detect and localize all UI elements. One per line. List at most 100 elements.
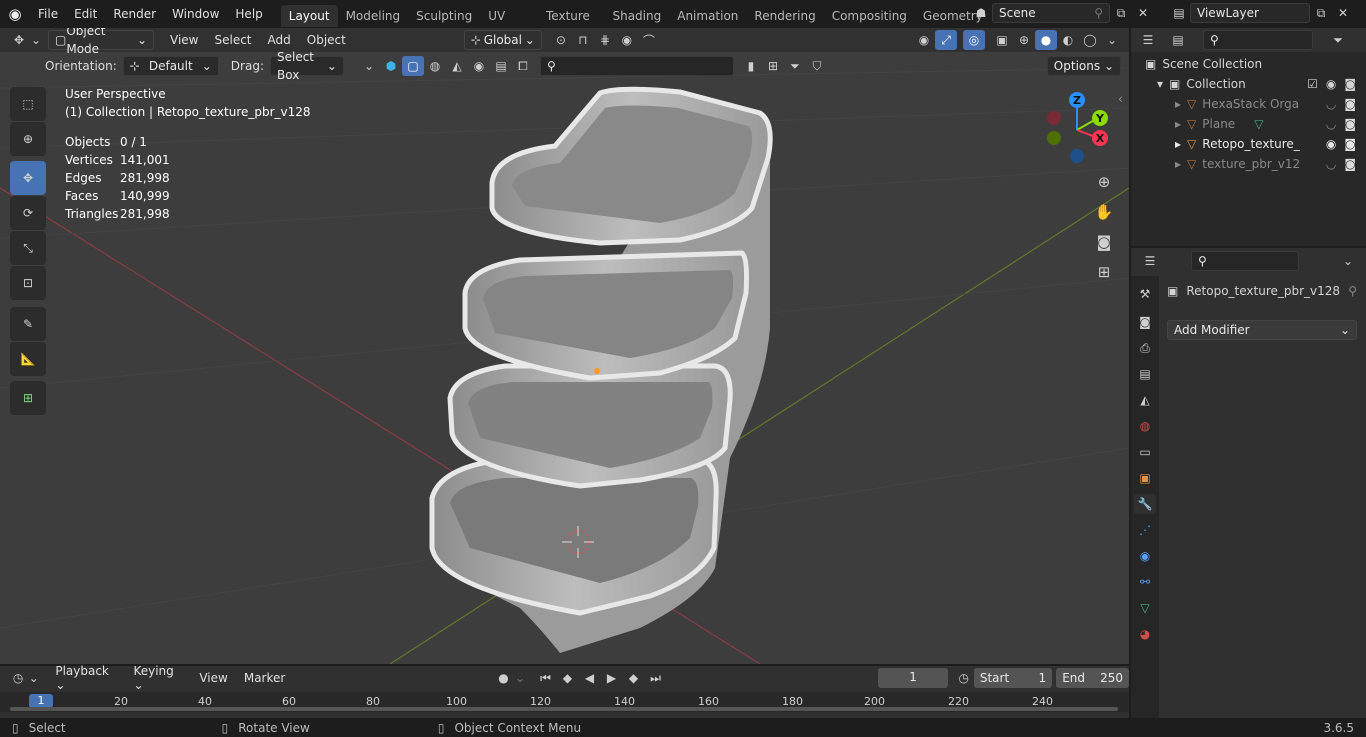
pin-icon[interactable]: ⚲ <box>1094 4 1103 22</box>
snap-icon[interactable]: ⊓ <box>572 30 594 50</box>
camera-view-icon[interactable]: ◙ <box>1093 232 1115 252</box>
tool-tab-icon[interactable]: ⚒ <box>1134 284 1156 304</box>
play-icon[interactable]: ▶ <box>600 668 622 688</box>
shield-icon[interactable]: ⛉ <box>806 56 828 76</box>
remove-viewlayer-icon[interactable]: ✕ <box>1332 3 1354 23</box>
shading-rendered-icon[interactable]: ◯ <box>1079 30 1101 50</box>
menu-object[interactable]: Object <box>299 33 354 47</box>
viewlayer-name-field[interactable]: ViewLayer <box>1190 3 1310 23</box>
material-tab-icon[interactable]: ◕ <box>1134 624 1156 644</box>
menu-file[interactable]: File <box>30 0 66 28</box>
chevron-down-icon[interactable]: ⌄ <box>1337 251 1359 271</box>
tab-texture-paint[interactable]: Texture Paint <box>538 5 604 27</box>
tab-rendering[interactable]: Rendering <box>746 5 823 27</box>
curve-filter-icon[interactable]: ◍ <box>424 56 446 76</box>
timeline-view-menu[interactable]: View <box>191 671 235 685</box>
tab-uv-editing[interactable]: UV Editing <box>480 5 538 27</box>
eye-closed-icon[interactable]: ◡ <box>1326 97 1336 111</box>
transform-orientation-select[interactable]: ⊹ Global ⌄ <box>463 30 542 50</box>
blender-logo-icon[interactable]: ◉ <box>0 0 30 28</box>
record-icon[interactable]: ● <box>493 668 513 688</box>
light-filter-icon[interactable]: ◭ <box>446 56 468 76</box>
menu-select[interactable]: Select <box>206 33 259 47</box>
camera-icon[interactable]: ◙ <box>1344 117 1356 131</box>
timeline-scrollbar[interactable] <box>10 707 1118 711</box>
view-layer-tab-icon[interactable]: ▤ <box>1134 364 1156 384</box>
move-tool[interactable]: ✥ <box>10 161 46 195</box>
outliner-row-object[interactable]: ▸ ▽ HexaStack Orga ◡ ◙ <box>1131 94 1366 114</box>
object-tab-icon[interactable]: ▣ <box>1134 468 1156 488</box>
color-cube-icon[interactable]: ⬢ <box>380 56 402 76</box>
properties-search-input[interactable]: ⚲ <box>1191 251 1299 271</box>
particles-tab-icon[interactable]: ⋰ <box>1134 520 1156 540</box>
jump-end-icon[interactable]: ⏭ <box>644 668 666 688</box>
annotate-tool[interactable]: ✎ <box>10 307 46 341</box>
menu-help[interactable]: Help <box>227 0 270 28</box>
tab-modeling[interactable]: Modeling <box>338 5 409 27</box>
editor-type-icon[interactable]: ✥ <box>8 30 30 50</box>
chevron-down-icon[interactable]: ⌄ <box>358 56 380 76</box>
output-tab-icon[interactable]: ⎙ <box>1134 338 1156 358</box>
timeline-ruler[interactable]: 1 20 40 60 80 100 120 140 160 180 200 22… <box>0 692 1129 712</box>
render-tab-icon[interactable]: ◙ <box>1134 312 1156 332</box>
mesh-filter-icon[interactable]: ▢ <box>401 56 424 76</box>
scene-tab-icon[interactable]: ◭ <box>1134 390 1156 410</box>
camera-icon[interactable]: ◙ <box>1344 77 1356 91</box>
expand-arrow-icon[interactable]: ▾ <box>1157 77 1163 91</box>
scene-name-field[interactable]: Scene ⚲ <box>992 3 1110 23</box>
start-frame-field[interactable]: Start 1 <box>973 668 1053 688</box>
keying-menu[interactable]: Keying ⌄ <box>125 664 191 692</box>
cursor-tool[interactable]: ⊕ <box>10 122 46 156</box>
marker-menu[interactable]: Marker <box>236 671 293 685</box>
sidebar-toggle-icon[interactable]: ‹ <box>1118 92 1123 106</box>
next-keyframe-icon[interactable]: ◆ <box>622 668 644 688</box>
playback-menu[interactable]: Playback ⌄ <box>47 664 125 692</box>
shading-material-icon[interactable]: ◐ <box>1057 30 1079 50</box>
mode-select[interactable]: ▢ Object Mode ⌄ <box>48 28 154 56</box>
camera-icon[interactable]: ◙ <box>1344 137 1356 151</box>
current-frame-field[interactable]: 1 <box>878 668 948 688</box>
eye-icon[interactable]: ◉ <box>1326 77 1336 91</box>
add-cube-tool[interactable]: ⊞ <box>10 381 46 415</box>
display-mode-icon[interactable]: ▤ <box>1167 30 1189 50</box>
physics-tab-icon[interactable]: ◉ <box>1134 546 1156 566</box>
outliner-row-scene-collection[interactable]: ▣ Scene Collection <box>1131 54 1366 74</box>
shading-options-icon[interactable]: ⌄ <box>1101 30 1123 50</box>
menu-window[interactable]: Window <box>164 0 227 28</box>
outliner-row-object[interactable]: ▸ ▽ texture_pbr_v12 ◡ ◙ <box>1131 154 1366 174</box>
viewport-search-input[interactable]: ⚲ <box>539 56 734 76</box>
new-viewlayer-icon[interactable]: ⧉ <box>1310 3 1332 23</box>
menu-edit[interactable]: Edit <box>66 0 105 28</box>
tab-compositing[interactable]: Compositing <box>824 5 915 27</box>
properties-editor-type-icon[interactable]: ☰ <box>1139 251 1161 271</box>
tab-shading[interactable]: Shading <box>604 5 669 27</box>
snap-target-icon[interactable]: ⋕ <box>594 30 616 50</box>
pin-icon[interactable]: ⚲ <box>1348 284 1357 298</box>
end-frame-field[interactable]: End 250 <box>1056 668 1129 688</box>
select-box-tool[interactable]: ⬚ <box>10 87 46 121</box>
add-modifier-button[interactable]: Add Modifier ⌄ <box>1167 320 1357 340</box>
menu-add[interactable]: Add <box>260 33 299 47</box>
scale-tool[interactable]: ⤡ <box>10 231 46 265</box>
gizmo-toggle-icon[interactable]: ⤢ <box>935 30 957 50</box>
measure-tool[interactable]: 📐 <box>10 342 46 376</box>
outliner-row-collection[interactable]: ▾ ▣ Collection ☑ ◉ ◙ <box>1131 74 1366 94</box>
prev-keyframe-icon[interactable]: ◆ <box>556 668 578 688</box>
tab-animation[interactable]: Animation <box>669 5 746 27</box>
expand-arrow-icon[interactable]: ▸ <box>1175 157 1181 171</box>
hierarchy-icon[interactable]: ⊞ <box>762 56 784 76</box>
filter-icon[interactable]: ⏷ <box>1327 30 1349 50</box>
pivot-point-icon[interactable]: ⊙ <box>550 30 572 50</box>
timeline-editor-type-icon[interactable]: ◷ <box>8 668 28 688</box>
eye-closed-icon[interactable]: ◡ <box>1326 157 1336 171</box>
xray-toggle-icon[interactable]: ▣ <box>991 30 1013 50</box>
data-tab-icon[interactable]: ▽ <box>1134 598 1156 618</box>
chevron-down-icon[interactable]: ⌄ <box>514 668 527 688</box>
shading-wireframe-icon[interactable]: ⊕ <box>1013 30 1035 50</box>
overlay-toggle-icon[interactable]: ◎ <box>963 30 985 50</box>
filter-funnel-icon[interactable]: ⏷ <box>784 56 806 76</box>
camera-icon[interactable]: ◙ <box>1344 97 1356 111</box>
checkbox-icon[interactable]: ☑ <box>1307 77 1318 91</box>
scene-icon[interactable]: ☗ <box>970 3 992 23</box>
other-filter-icon[interactable]: ⧠ <box>512 56 534 76</box>
